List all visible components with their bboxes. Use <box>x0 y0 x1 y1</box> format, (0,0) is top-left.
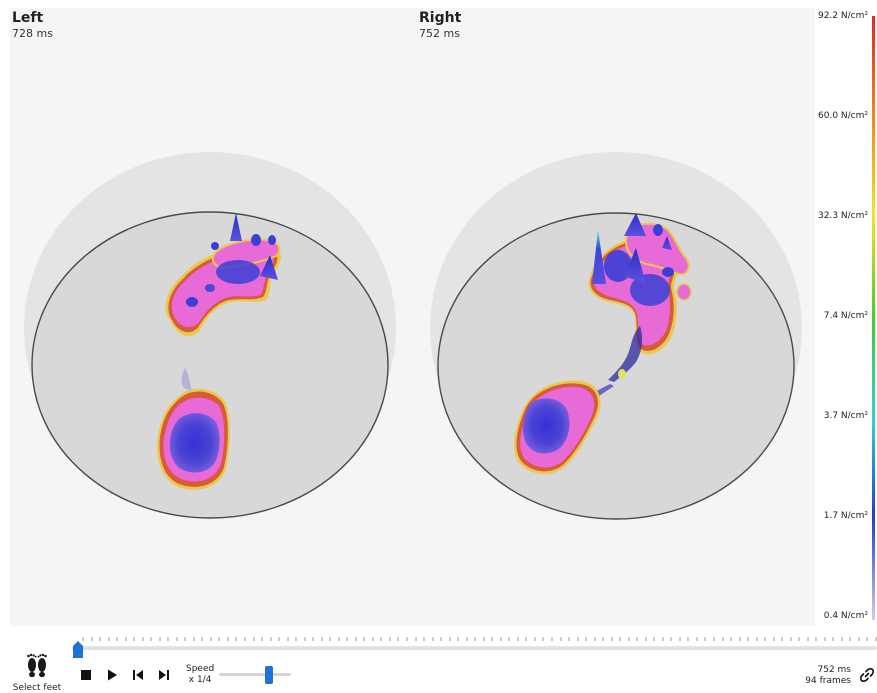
play-icon <box>108 669 117 681</box>
stop-icon <box>81 670 91 680</box>
speed-slider-thumb[interactable] <box>265 666 274 684</box>
feet-icon <box>27 653 47 678</box>
speed-slider-track[interactable] <box>219 673 291 676</box>
legend-label-3: 32.3 N/cm² <box>818 211 868 221</box>
pressure-legend: 92.2 N/cm² 60.0 N/cm² 32.3 N/cm² 7.4 N/c… <box>815 8 877 626</box>
status-time: 752 ms <box>817 665 852 675</box>
loop-icon[interactable] <box>859 667 875 683</box>
timeline-slider[interactable] <box>72 632 877 658</box>
timeline-handle[interactable] <box>73 641 83 658</box>
speed-value: x 1/4 <box>188 675 212 685</box>
legend-color-bar <box>872 16 875 620</box>
right-foot-title: Right <box>419 10 462 26</box>
legend-label-max: 92.2 N/cm² <box>818 11 868 21</box>
pressure-viewport[interactable]: Left 728 ms Right 752 ms <box>10 8 815 626</box>
timeline-track[interactable] <box>72 646 877 650</box>
right-foot-time: 752 ms <box>419 27 460 40</box>
playback-status: 752 ms 94 frames <box>805 665 851 687</box>
legend-label-5: 3.7 N/cm² <box>823 411 868 421</box>
step-back-icon <box>133 670 143 680</box>
select-feet-button[interactable]: Select feet <box>10 652 64 693</box>
speed-readout: Speed x 1/4 <box>186 664 214 686</box>
step-back-button[interactable] <box>131 668 145 682</box>
stop-button[interactable] <box>79 668 93 682</box>
left-foot-header: Left 728 ms <box>12 10 53 40</box>
left-foot-time: 728 ms <box>12 27 53 40</box>
speed-label: Speed <box>186 664 215 674</box>
legend-label-6: 1.7 N/cm² <box>823 511 868 521</box>
legend-label-min: 0.4 N/cm² <box>823 611 868 621</box>
step-forward-button[interactable] <box>157 668 171 682</box>
play-button[interactable] <box>105 668 119 682</box>
legend-label-2: 60.0 N/cm² <box>818 111 868 121</box>
left-foot-title: Left <box>12 10 44 26</box>
legend-label-4: 7.4 N/cm² <box>823 311 868 321</box>
timeline-ticks <box>82 637 877 641</box>
speed-slider[interactable] <box>219 664 291 686</box>
step-forward-icon <box>159 670 169 680</box>
pressure-scene <box>24 152 802 520</box>
right-foot-header: Right 752 ms <box>419 10 461 40</box>
right-plate <box>430 152 802 520</box>
status-frames: 94 frames <box>805 676 851 686</box>
select-feet-label: Select feet <box>12 683 62 693</box>
